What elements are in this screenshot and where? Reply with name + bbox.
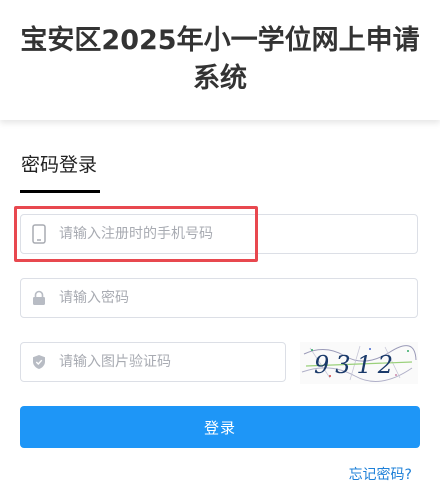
shield-icon	[21, 343, 57, 381]
phone-input[interactable]	[57, 216, 417, 252]
password-input[interactable]	[57, 280, 417, 316]
lock-icon	[21, 279, 57, 317]
page-header: 宝安区2025年小一学位网上申请系统	[0, 0, 440, 120]
active-tab-indicator	[20, 190, 100, 193]
captcha-text: 9312	[314, 351, 399, 379]
phone-field[interactable]	[20, 214, 418, 254]
captcha-field[interactable]	[20, 342, 286, 382]
mobile-phone-icon	[21, 215, 57, 253]
forgot-password-link[interactable]: 忘记密码?	[349, 464, 412, 484]
tab-password-login[interactable]: 密码登录	[20, 150, 100, 180]
login-tabs: 密码登录	[20, 150, 100, 193]
login-button[interactable]: 登录	[20, 406, 420, 448]
captcha-image[interactable]: 9312	[300, 342, 418, 384]
page-title: 宝安区2025年小一学位网上申请系统	[20, 25, 420, 94]
password-field[interactable]	[20, 278, 418, 318]
captcha-input[interactable]	[57, 344, 285, 380]
